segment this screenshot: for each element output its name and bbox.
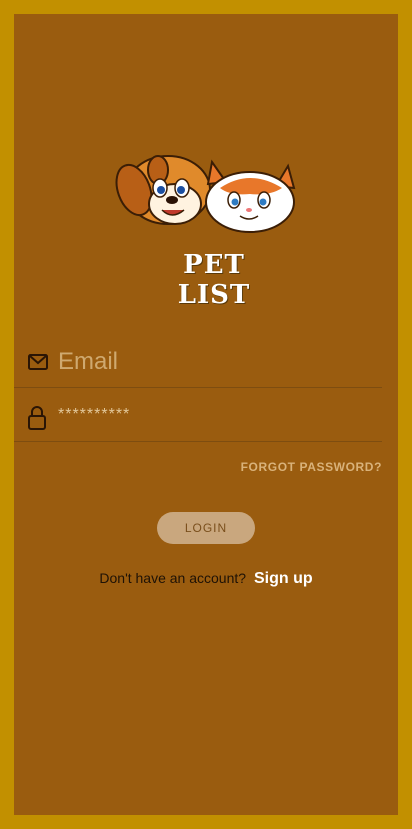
email-underline: [14, 387, 382, 388]
cat-illustration: [205, 159, 296, 233]
signup-row: Don't have an account? Sign up: [0, 570, 412, 588]
lock-icon: [28, 406, 46, 435]
app-logo-text: PET LIST: [177, 250, 251, 310]
login-button[interactable]: LOGIN: [157, 512, 255, 544]
dog-illustration: [115, 155, 211, 225]
password-underline: [14, 441, 382, 442]
pet-mascot-illustration: [115, 155, 296, 233]
signup-link[interactable]: Sign up: [254, 570, 313, 587]
email-input[interactable]: Email: [58, 348, 118, 376]
mail-icon: [28, 354, 48, 375]
password-field[interactable]: **********: [14, 394, 382, 442]
password-input[interactable]: **********: [58, 406, 130, 424]
app-logo: PET LIST: [100, 140, 310, 310]
email-field[interactable]: Email: [14, 340, 382, 388]
forgot-password-link[interactable]: FORGOT PASSWORD?: [241, 460, 382, 474]
signup-prompt: Don't have an account?: [99, 570, 247, 586]
